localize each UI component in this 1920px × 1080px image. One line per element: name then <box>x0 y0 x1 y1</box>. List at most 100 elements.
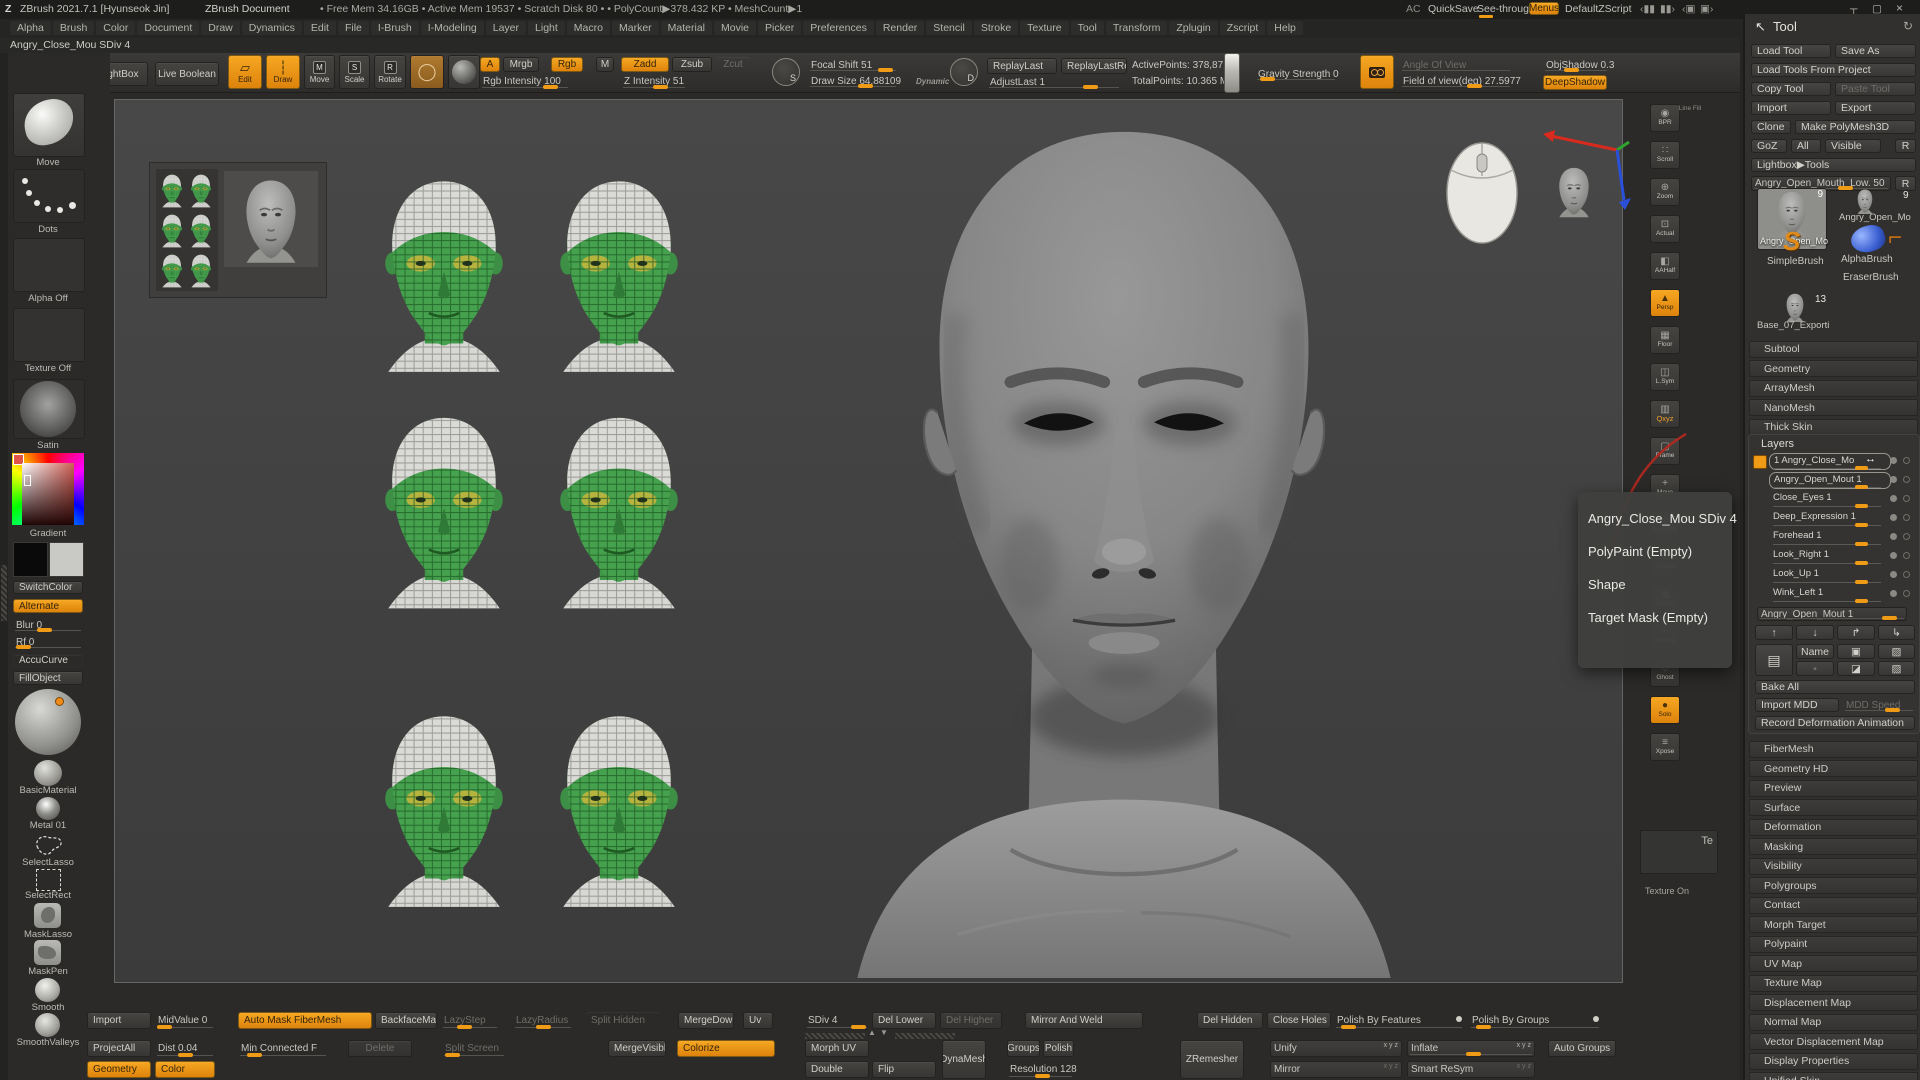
shelf-button[interactable]: ◫ L.Sym <box>1650 363 1680 391</box>
menu-item[interactable]: Marker <box>612 21 659 35</box>
bake-all-button[interactable]: Bake All <box>1755 680 1915 694</box>
menu-item[interactable]: Tool <box>1071 21 1104 35</box>
tray-divider[interactable] <box>805 1033 865 1039</box>
menu-item[interactable]: Preferences <box>803 21 874 35</box>
depth-dial-icon[interactable]: D <box>950 58 978 86</box>
load-tool-button[interactable]: Load Tool <box>1751 44 1831 58</box>
select-rect-icon[interactable] <box>36 869 61 891</box>
tool-section[interactable]: FiberMesh <box>1749 741 1918 758</box>
tool-section[interactable]: Subtool <box>1749 341 1918 358</box>
accucurve-button[interactable]: AccuCurve <box>13 654 83 667</box>
lazy-radius-slider[interactable]: LazyRadius <box>513 1012 573 1029</box>
layer-split-icon[interactable]: ▪ <box>1796 661 1834 676</box>
divider-up-icon[interactable]: ▲ <box>868 1028 876 1037</box>
tool-section[interactable]: Vector Displacement Map <box>1749 1033 1918 1050</box>
goz-r-button[interactable]: R <box>1895 139 1916 153</box>
slider-handle[interactable] <box>1260 77 1275 81</box>
layers-header[interactable]: Layers <box>1761 438 1794 450</box>
menu-item[interactable]: File <box>338 21 369 35</box>
default-zscript-button[interactable]: DefaultZScript <box>1565 3 1632 15</box>
rgb-toggle[interactable]: Rgb <box>551 57 583 72</box>
lazy-step-slider[interactable]: LazyStep <box>441 1012 499 1029</box>
edit-button[interactable]: ▱Edit <box>228 55 262 89</box>
shelf-button[interactable]: ≡ Xpose <box>1650 733 1680 761</box>
ac-toggle[interactable]: AC <box>1406 3 1421 15</box>
layer-dot-icon[interactable] <box>1890 476 1897 483</box>
tool-section[interactable]: Polypaint <box>1749 936 1918 953</box>
tool-section[interactable]: Normal Map <box>1749 1014 1918 1031</box>
shelf-button[interactable]: ▲ Persp <box>1650 289 1680 317</box>
polish-by-features-slider[interactable]: Polish By Features <box>1334 1012 1464 1029</box>
layer-row[interactable]: Angry_Open_Mout 1 <box>1769 472 1915 489</box>
layer-eye-icon[interactable] <box>1903 457 1910 464</box>
uv-button[interactable]: Uv <box>743 1012 773 1029</box>
menu-item[interactable]: Transform <box>1106 21 1167 35</box>
color-picker-hue[interactable] <box>12 453 84 525</box>
slider-handle[interactable] <box>457 1025 472 1029</box>
current-material-sphere[interactable] <box>15 689 81 755</box>
layer-down-button[interactable]: ↓ <box>1796 625 1834 640</box>
layer-row[interactable]: Look_Up 1 <box>1769 567 1915 584</box>
goz-visible-button[interactable]: Visible <box>1825 139 1881 153</box>
shelf-button[interactable]: ⊡ Actual <box>1650 215 1680 243</box>
menu-item[interactable]: Material <box>661 21 712 35</box>
tool-section[interactable]: Visibility <box>1749 858 1918 875</box>
material-thumbnail[interactable] <box>13 379 85 439</box>
main-color-swatch[interactable] <box>13 542 48 577</box>
menu-item[interactable]: Stroke <box>974 21 1018 35</box>
tool-section[interactable]: Morph Target <box>1749 916 1918 933</box>
split-screen-slider[interactable]: Split Screen <box>442 1040 506 1057</box>
palette-dock-icon[interactable]: ▣› <box>1700 3 1713 15</box>
layer-row[interactable]: Forehead 1 <box>1769 529 1915 546</box>
xyz-axes-label[interactable]: x y z <box>1517 1042 1531 1049</box>
menu-item[interactable]: Help <box>1267 21 1303 35</box>
camera-button[interactable] <box>1360 55 1394 89</box>
layer-merge-icon[interactable]: ◪ <box>1837 661 1875 676</box>
slider-handle[interactable] <box>543 85 558 89</box>
slider-handle[interactable] <box>157 1025 172 1029</box>
divider-down-icon[interactable]: ▼ <box>880 1028 888 1037</box>
slider-handle[interactable] <box>16 645 31 649</box>
move-button[interactable]: MMove <box>304 55 335 89</box>
xyz-axes-label[interactable]: x y z <box>1517 1063 1531 1070</box>
tray-toggle-icon[interactable]: ‹▮▮ <box>1640 3 1655 15</box>
menus-button[interactable]: Menus <box>1529 2 1559 15</box>
material-hotspot[interactable] <box>55 697 64 706</box>
tool-section[interactable]: Thick Skin <box>1749 419 1918 436</box>
save-as-button[interactable]: Save As <box>1835 44 1916 58</box>
smooth-brush-sphere[interactable] <box>35 978 60 1002</box>
blur-slider[interactable]: Blur 0 <box>13 619 83 632</box>
menu-item[interactable]: Color <box>96 21 135 35</box>
close-icon[interactable]: × <box>1896 1 1903 15</box>
layer-invert-icon[interactable]: ▨ <box>1878 661 1915 676</box>
layer-new-icon[interactable]: ▤ <box>1755 644 1793 676</box>
texture-tray-flyout[interactable]: Te <box>1640 830 1718 874</box>
alternate-button[interactable]: Alternate <box>13 599 83 613</box>
secondary-color-swatch[interactable] <box>49 542 84 577</box>
merge-visible-button[interactable]: MergeVisible <box>608 1040 666 1057</box>
tool-section[interactable]: Texture Map <box>1749 975 1918 992</box>
stroke-dial-icon[interactable]: S <box>772 58 800 86</box>
auto-mask-fibermesh-button[interactable]: Auto Mask FiberMesh <box>238 1012 372 1029</box>
morph-uv-button[interactable]: Morph UV <box>805 1040 869 1057</box>
slider-handle[interactable] <box>1466 1052 1481 1056</box>
current-stroke-thumbnail[interactable] <box>13 169 85 223</box>
layer-eye-icon[interactable] <box>1903 476 1910 483</box>
mirror-and-weld-button[interactable]: Mirror And Weld <box>1025 1012 1143 1029</box>
field-of-view-slider[interactable]: Field of view(deg) 27.5977 <box>1400 74 1512 88</box>
texture-thumbnail[interactable] <box>13 308 85 362</box>
layer-intensity-handle[interactable] <box>1855 580 1868 584</box>
make-polymesh3d-button[interactable]: Make PolyMesh3D <box>1795 120 1916 134</box>
layer-eye-icon[interactable] <box>1903 514 1910 521</box>
quicksave-button[interactable]: QuickSave <box>1428 3 1479 15</box>
clone-button[interactable]: Clone <box>1751 120 1791 134</box>
document-canvas[interactable] <box>115 100 1622 982</box>
tool-section[interactable]: Display Properties <box>1749 1053 1918 1070</box>
shelf-button[interactable]: ∷ Scroll <box>1650 141 1680 169</box>
layer-dot-icon[interactable] <box>1890 590 1897 597</box>
shelf-button[interactable]: Line Fill <box>1650 104 1730 114</box>
zcut-toggle[interactable]: Zcut <box>716 57 750 72</box>
dynamesh-button[interactable]: DynaMesh <box>942 1040 986 1079</box>
menu-item[interactable]: Render <box>876 21 924 35</box>
replay-last-button[interactable]: ReplayLast <box>987 58 1057 74</box>
